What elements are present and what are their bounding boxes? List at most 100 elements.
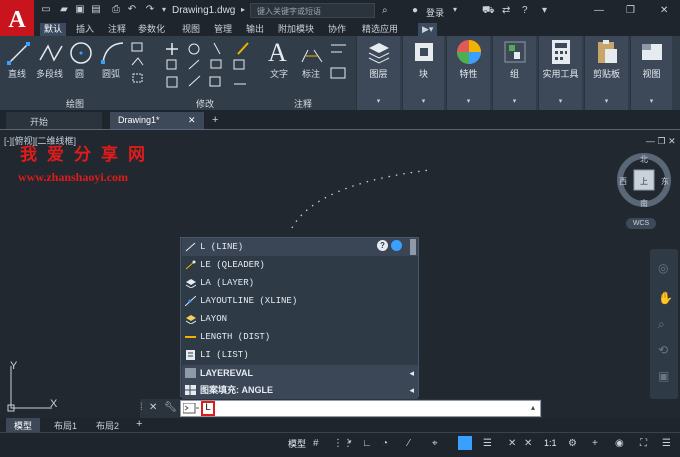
search-icon[interactable]: ⌕ xyxy=(382,5,388,16)
annotation-visibility-icon[interactable]: ✕ xyxy=(508,438,516,449)
snap-dropdown-icon[interactable]: ▾ xyxy=(348,438,352,446)
auto-scale-icon[interactable]: ✕ xyxy=(524,438,532,449)
login-link[interactable]: 登录 xyxy=(426,6,444,19)
draw-panel-title[interactable]: 绘图 xyxy=(66,97,84,110)
grid-icon[interactable]: # xyxy=(313,438,319,449)
help-icon[interactable]: ? xyxy=(377,240,388,251)
new-icon[interactable]: ▭ xyxy=(40,4,52,16)
list-item[interactable]: LAYOUTLINE (XLINE) xyxy=(182,292,418,310)
cart-icon[interactable]: ⛟ xyxy=(482,5,495,18)
annotation-scale[interactable]: 1:1 xyxy=(544,438,557,448)
circle-icon[interactable] xyxy=(68,40,94,66)
annotation-monitor-icon[interactable]: + xyxy=(592,438,598,449)
tab-layout2[interactable]: 布局2 xyxy=(88,418,127,432)
scrollbar[interactable] xyxy=(410,239,416,255)
command-text[interactable]: L xyxy=(201,401,215,416)
clipboard-panel[interactable]: 剪贴板 ▾ xyxy=(584,36,628,110)
tab-output[interactable]: 输出 xyxy=(242,23,268,36)
ortho-icon[interactable]: ∟ xyxy=(362,438,372,449)
add-layout-plus-icon[interactable]: + xyxy=(136,418,142,430)
app-menu-button[interactable]: A xyxy=(0,0,34,40)
tab-default[interactable]: 默认 xyxy=(40,23,67,36)
hatch-angle-section[interactable]: 图案填充: ANGLE ◂ xyxy=(182,382,418,399)
close-command-icon[interactable]: ✕ xyxy=(149,402,157,413)
fullscreen-icon[interactable]: ⛶ xyxy=(640,438,647,449)
new-tab-plus-icon[interactable]: + xyxy=(212,114,218,126)
polyline-icon[interactable] xyxy=(38,40,64,66)
tab-addins[interactable]: 附加模块 xyxy=(274,23,318,36)
block-panel[interactable]: 块 ▾ xyxy=(402,36,444,110)
view-panel[interactable]: 视图 ▾ xyxy=(630,36,672,110)
search-input[interactable]: 键入关键字或短语 xyxy=(250,3,375,18)
wcs-menu[interactable]: WCS xyxy=(626,218,656,229)
close-icon[interactable]: ✕ xyxy=(660,5,668,16)
dimension-icon[interactable] xyxy=(300,42,324,66)
command-input[interactable]: ▴ xyxy=(180,400,541,417)
steering-wheel-icon[interactable]: ◎ xyxy=(658,261,668,275)
minimize-icon[interactable]: — xyxy=(594,5,604,16)
isodraft-icon[interactable]: ⁄ xyxy=(408,438,410,449)
tab-annotate[interactable]: 注释 xyxy=(104,23,130,36)
internet-search-icon[interactable] xyxy=(391,240,402,251)
open-icon[interactable]: ▰ xyxy=(58,4,70,16)
help-icon[interactable]: ? xyxy=(522,5,528,16)
help-dropdown-icon[interactable]: ▾ xyxy=(542,5,547,16)
login-dropdown-icon[interactable]: ▾ xyxy=(453,5,457,14)
polar-icon[interactable]: ◔ xyxy=(382,438,388,449)
draw-small-tools-icon[interactable] xyxy=(130,40,160,90)
dynamic-ucs-icon[interactable] xyxy=(458,436,472,450)
isolate-objects-icon[interactable]: ◉ xyxy=(615,438,624,449)
restore-icon[interactable]: ❐ xyxy=(626,5,635,16)
viewcube-west[interactable]: 西 xyxy=(619,176,627,187)
zoom-icon[interactable]: ⌕ xyxy=(658,317,665,332)
orbit-icon[interactable]: ⟲ xyxy=(658,343,668,357)
tab-featured-apps[interactable]: 精选应用 xyxy=(358,23,402,36)
dropdown-icon[interactable]: ▾ xyxy=(158,4,170,16)
layers-panel[interactable]: 图层 ▾ xyxy=(356,36,400,110)
user-icon[interactable]: ● xyxy=(412,5,418,16)
modify-panel-title[interactable]: 修改 xyxy=(196,97,214,110)
model-space-button[interactable]: 模型 xyxy=(288,437,306,450)
customization-menu-icon[interactable]: ☰ xyxy=(662,438,671,449)
showmotion-icon[interactable]: ▣ xyxy=(658,369,669,383)
undo-icon[interactable]: ↶ xyxy=(126,4,138,16)
pan-icon[interactable]: ✋ xyxy=(658,291,673,305)
list-item[interactable]: LE (QLEADER) xyxy=(182,256,418,274)
arc-icon[interactable] xyxy=(100,40,126,66)
tab-collaborate[interactable]: 协作 xyxy=(324,23,350,36)
viewcube-top-face[interactable]: 上 xyxy=(640,176,648,187)
video-icon[interactable]: ▶▾ xyxy=(418,23,438,36)
properties-panel[interactable]: 特性 ▾ xyxy=(446,36,490,110)
exchange-icon[interactable]: ⇄ xyxy=(502,5,510,16)
workspace-gear-icon[interactable]: ⚙ xyxy=(568,438,577,449)
group-panel[interactable]: 组 ▾ xyxy=(492,36,536,110)
grip-icon[interactable]: ⁞ xyxy=(140,402,143,413)
command-history-icon[interactable]: ▴ xyxy=(531,403,535,412)
list-item[interactable]: LENGTH (DIST) xyxy=(182,328,418,346)
tab-parametric[interactable]: 参数化 xyxy=(134,23,169,36)
list-item[interactable]: LAYON xyxy=(182,310,418,328)
drawing1-tab[interactable]: Drawing1* ✕ xyxy=(110,112,204,129)
lineweight-icon[interactable]: ☰ xyxy=(483,438,492,449)
customize-wrench-icon[interactable]: 🔧︎ xyxy=(164,402,177,413)
tab-model[interactable]: 模型 xyxy=(6,418,41,432)
viewcube-north[interactable]: 北 xyxy=(640,154,648,165)
layereval-section[interactable]: LAYEREVAL ◂ xyxy=(182,365,418,382)
modify-tools-icon[interactable] xyxy=(164,40,260,92)
annotation-panel-title[interactable]: 注释 xyxy=(294,97,312,110)
save-as-icon[interactable]: ▤ xyxy=(90,4,102,16)
start-tab[interactable]: 开始 xyxy=(6,112,102,129)
osnap-icon[interactable]: ⌖ xyxy=(432,438,438,449)
annotate-small-tools-icon[interactable] xyxy=(328,40,352,90)
tab-view[interactable]: 视图 xyxy=(178,23,204,36)
utilities-panel[interactable]: 实用工具 ▾ xyxy=(538,36,582,110)
tab-close-icon[interactable]: ✕ xyxy=(188,115,196,126)
tab-manage[interactable]: 管理 xyxy=(210,23,236,36)
viewcube-south[interactable]: 南 xyxy=(640,198,648,209)
redo-icon[interactable]: ↷ xyxy=(144,4,156,16)
text-icon[interactable]: A xyxy=(268,38,287,68)
list-item[interactable]: LI (LIST) xyxy=(182,346,418,364)
viewcube-east[interactable]: 东 xyxy=(661,176,669,187)
tab-insert[interactable]: 插入 xyxy=(72,23,98,36)
viewport-controls-icon[interactable]: — ❐ ✕ xyxy=(646,136,676,147)
